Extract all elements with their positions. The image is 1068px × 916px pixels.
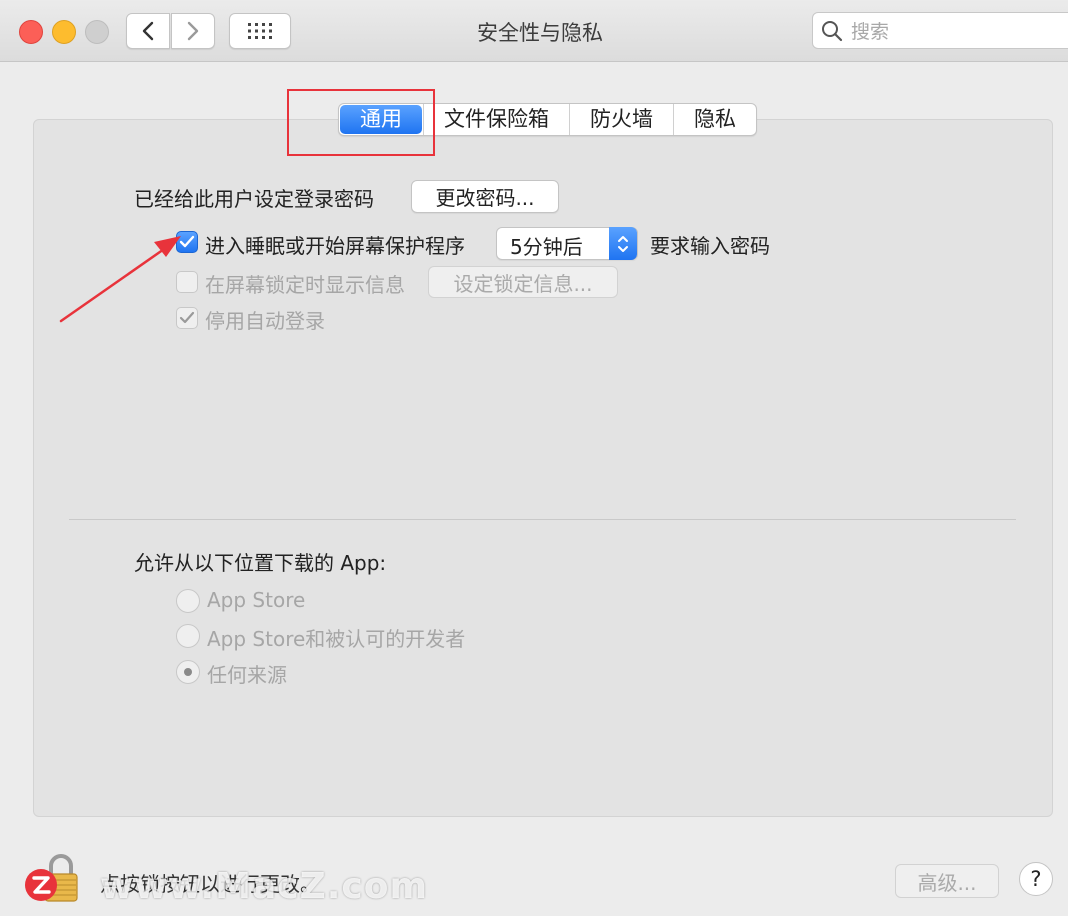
require-password-suffix: 要求输入密码 — [650, 234, 770, 258]
close-window-button[interactable] — [19, 20, 43, 44]
content-panel — [33, 119, 1053, 817]
title-bar: 安全性与隐私 搜索 — [0, 0, 1068, 62]
radio-app-store-identified[interactable] — [176, 624, 200, 648]
password-set-label: 已经给此用户设定登录密码 — [134, 187, 374, 211]
advanced-button[interactable]: 高级... — [895, 864, 999, 898]
radio-anywhere[interactable] — [176, 660, 200, 684]
preferences-window: 安全性与隐私 搜索 通用 文件保险箱 防火墙 隐私 已经给此用户设定登录密码 更… — [0, 0, 1068, 916]
password-delay-popup[interactable]: 5分钟后 — [496, 227, 638, 260]
chevron-left-icon — [142, 21, 154, 41]
popup-arrows-icon — [609, 227, 637, 260]
password-delay-value: 5分钟后 — [510, 235, 583, 259]
watermark-text: www.MacZ.com — [100, 866, 428, 907]
grid-icon — [248, 23, 272, 39]
watermark-logo-icon — [25, 869, 57, 901]
window-title: 安全性与隐私 — [477, 21, 603, 45]
radio-anywhere-label: 任何来源 — [207, 663, 287, 687]
downloads-heading: 允许从以下位置下载的 App: — [134, 551, 387, 575]
radio-app-store-identified-label: App Store和被认可的开发者 — [207, 627, 466, 651]
radio-app-store-label: App Store — [207, 588, 306, 612]
chevron-right-icon — [187, 21, 199, 41]
show-all-button[interactable] — [229, 13, 291, 49]
search-icon — [822, 20, 843, 41]
minimize-window-button[interactable] — [52, 20, 76, 44]
annotation-arrow-icon — [59, 236, 181, 323]
section-divider — [69, 519, 1016, 520]
back-button[interactable] — [126, 13, 170, 49]
annotation-highlight-box — [287, 89, 435, 156]
forward-button[interactable] — [171, 13, 215, 49]
set-lock-message-button[interactable]: 设定锁定信息... — [428, 266, 618, 298]
tab-privacy[interactable]: 隐私 — [673, 104, 756, 135]
radio-selected-dot — [184, 668, 192, 676]
show-message-label: 在屏幕锁定时显示信息 — [205, 273, 405, 297]
tab-filevault[interactable]: 文件保险箱 — [423, 104, 569, 135]
require-password-label: 进入睡眠或开始屏幕保护程序 — [205, 234, 465, 258]
help-button[interactable]: ? — [1019, 862, 1053, 896]
change-password-button[interactable]: 更改密码... — [411, 180, 559, 213]
disable-autologin-label: 停用自动登录 — [205, 309, 325, 333]
tab-firewall[interactable]: 防火墙 — [569, 104, 673, 135]
search-field[interactable]: 搜索 — [812, 12, 1068, 49]
zoom-window-button[interactable] — [85, 20, 109, 44]
search-placeholder: 搜索 — [851, 21, 890, 43]
radio-app-store[interactable] — [176, 589, 200, 613]
